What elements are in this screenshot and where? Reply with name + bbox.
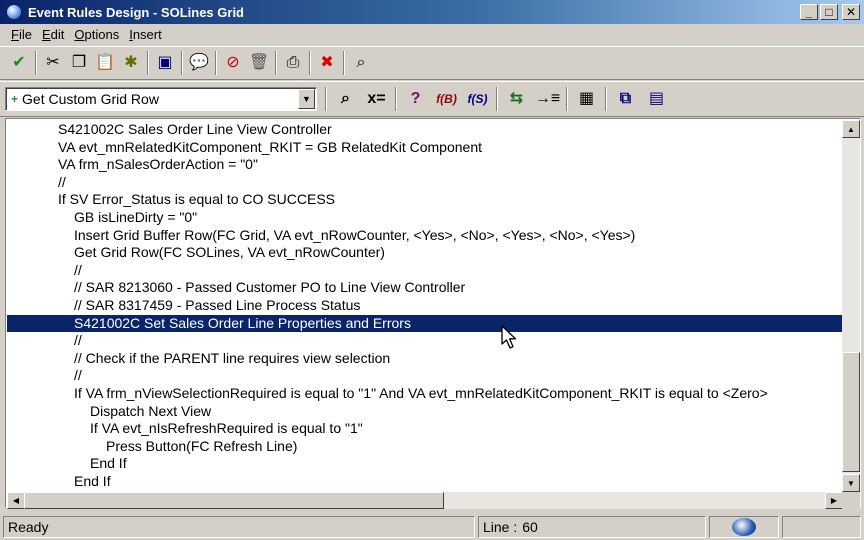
code-line[interactable]: Press Button(FC Refresh Line) <box>7 438 843 456</box>
save-icon[interactable]: ▣ <box>152 50 178 76</box>
menu-accelerator: F <box>11 27 19 42</box>
find-icon[interactable]: ⌕ <box>330 86 361 112</box>
event-select[interactable]: + Get Custom Grid Row ▼ <box>5 87 317 111</box>
vertical-scrollbar[interactable]: ▲ ▼ <box>842 120 860 492</box>
code-line[interactable]: Dispatch Next View <box>7 403 843 421</box>
menu-bar: File Edit Options Insert <box>0 24 864 45</box>
copy-icon[interactable]: ❐ <box>66 50 92 76</box>
menu-label-rest: nsert <box>132 27 162 42</box>
search-icon[interactable]: ⌕ <box>348 50 374 76</box>
main-toolbar: ✔ ✂ ❐ 📋 ✱ ▣ 💬 ⊘ 🗑 ⎙ ✖ ⌕ <box>0 46 864 80</box>
form-interconnect-icon[interactable]: ⧉ <box>610 86 641 112</box>
toolbar-separator <box>147 51 149 75</box>
code-line[interactable]: // SAR 8317459 - Passed Line Process Sta… <box>7 297 843 315</box>
event-toolbar: + Get Custom Grid Row ▼ ⌕ x=? f(B) f(S) ⇆ →≡ ▦… <box>0 81 864 117</box>
code-line[interactable]: // <box>7 262 843 280</box>
toolbar-separator <box>496 87 498 111</box>
table-io-icon[interactable]: ⇆ <box>501 86 532 112</box>
code-line[interactable]: End If <box>7 473 843 491</box>
code-line[interactable]: // <box>7 174 843 192</box>
event-select-value: Get Custom Grid Row <box>22 91 159 107</box>
chevron-down-icon[interactable]: ▼ <box>298 89 315 109</box>
toolbar-separator <box>605 87 607 111</box>
toolbar-separator <box>35 51 37 75</box>
report-interconnect-icon[interactable]: ▤ <box>641 86 672 112</box>
code-line[interactable]: End If <box>7 455 843 473</box>
menu-edit[interactable]: Edit <box>37 27 69 42</box>
status-bar: Ready Line : 60 <box>0 514 864 540</box>
menu-options[interactable]: Options <box>69 27 124 42</box>
title-bar: Event Rules Design - SOLines Grid _ □ ✕ <box>0 0 864 24</box>
menu-label-rest: ptions <box>84 27 120 42</box>
system-function-icon[interactable]: f(S) <box>462 86 493 112</box>
code-line[interactable]: VA frm_nSalesOrderAction = "0" <box>7 156 843 174</box>
horizontal-scrollbar[interactable]: ◀ ▶ <box>7 492 843 509</box>
status-globe <box>709 516 779 538</box>
disable-icon[interactable]: ⊘ <box>220 50 246 76</box>
toolbar-separator <box>395 87 397 111</box>
cut-icon[interactable]: ✂ <box>40 50 66 76</box>
code-line[interactable]: If SV Error_Status is equal to CO SUCCES… <box>7 191 843 209</box>
comment-icon[interactable]: 💬 <box>186 50 212 76</box>
status-text: Ready <box>3 516 475 538</box>
status-empty-pane <box>782 516 861 538</box>
code-line-selected[interactable]: S421002C Set Sales Order Line Properties… <box>7 314 843 333</box>
scrollbar-corner <box>842 492 860 509</box>
code-line[interactable]: // <box>7 367 843 385</box>
maximize-button[interactable]: □ <box>820 4 838 20</box>
toolbar-separator <box>181 51 183 75</box>
status-line-indicator: Line : 60 <box>478 516 706 538</box>
code-line[interactable]: S421002C Sales Order Line View Controlle… <box>7 121 843 139</box>
paste-special-icon[interactable]: ✱ <box>118 50 144 76</box>
menu-label-rest: ile <box>18 27 32 42</box>
toolbar-separator <box>275 51 277 75</box>
app-globe-icon[interactable] <box>6 4 22 20</box>
close-button[interactable]: ✕ <box>842 4 860 20</box>
scroll-up-icon[interactable]: ▲ <box>842 120 860 138</box>
code-line[interactable]: // Check if the PARENT line requires vie… <box>7 350 843 368</box>
code-area[interactable]: S421002C Sales Order Line View Controlle… <box>7 120 843 492</box>
code-line[interactable]: If VA evt_nIsRefreshRequired is equal to… <box>7 420 843 438</box>
vertical-scroll-thumb[interactable] <box>842 352 860 472</box>
plus-icon: + <box>11 92 19 106</box>
code-line[interactable]: If VA frm_nViewSelectionRequired is equa… <box>7 385 843 403</box>
scroll-left-icon[interactable]: ◀ <box>7 492 25 509</box>
toolbar-separator <box>343 51 345 75</box>
print-icon[interactable]: ⎙ <box>280 50 306 76</box>
business-function-icon[interactable]: f(B) <box>431 86 462 112</box>
insert-line-icon[interactable]: →≡ <box>532 86 563 112</box>
code-line[interactable]: // <box>7 332 843 350</box>
menu-label-rest: dit <box>50 27 65 42</box>
code-line[interactable]: Insert Grid Buffer Row(FC Grid, VA evt_n… <box>7 227 843 245</box>
menu-file[interactable]: File <box>6 27 37 42</box>
ok-check-icon[interactable]: ✔ <box>6 50 32 76</box>
assignment-icon[interactable]: x= <box>361 86 392 112</box>
code-line[interactable]: GB isLineDirty = "0" <box>7 209 843 227</box>
paste-icon[interactable]: 📋 <box>92 50 118 76</box>
horizontal-scroll-thumb[interactable] <box>24 492 444 509</box>
code-line[interactable]: // SAR 8213060 - Passed Customer PO to L… <box>7 279 843 297</box>
cancel-x-icon[interactable]: ✖ <box>314 50 340 76</box>
code-line[interactable]: VA evt_mnRelatedKitComponent_RKIT = GB R… <box>7 139 843 157</box>
if-icon[interactable]: ? <box>400 86 431 112</box>
scroll-right-icon[interactable]: ▶ <box>825 492 843 509</box>
line-number: 60 <box>522 519 538 535</box>
menu-accelerator: E <box>41 27 51 42</box>
trash-icon[interactable]: 🗑 <box>246 50 272 76</box>
variables-icon[interactable]: ▦ <box>571 86 602 112</box>
globe-icon <box>732 518 756 536</box>
toolbar-separator <box>325 87 327 111</box>
minimize-button[interactable]: _ <box>800 4 818 20</box>
menu-insert[interactable]: Insert <box>124 27 167 42</box>
code-line[interactable]: Get Grid Row(FC SOLines, VA evt_nRowCoun… <box>7 244 843 262</box>
scroll-down-icon[interactable]: ▼ <box>842 474 860 492</box>
line-label: Line : <box>483 519 518 535</box>
toolbar-separator <box>309 51 311 75</box>
event-rules-editor[interactable]: S421002C Sales Order Line View Controlle… <box>5 118 861 509</box>
toolbar-separator <box>215 51 217 75</box>
toolbar-separator <box>566 87 568 111</box>
menu-accelerator: O <box>74 27 85 42</box>
window-title: Event Rules Design - SOLines Grid <box>28 4 244 20</box>
